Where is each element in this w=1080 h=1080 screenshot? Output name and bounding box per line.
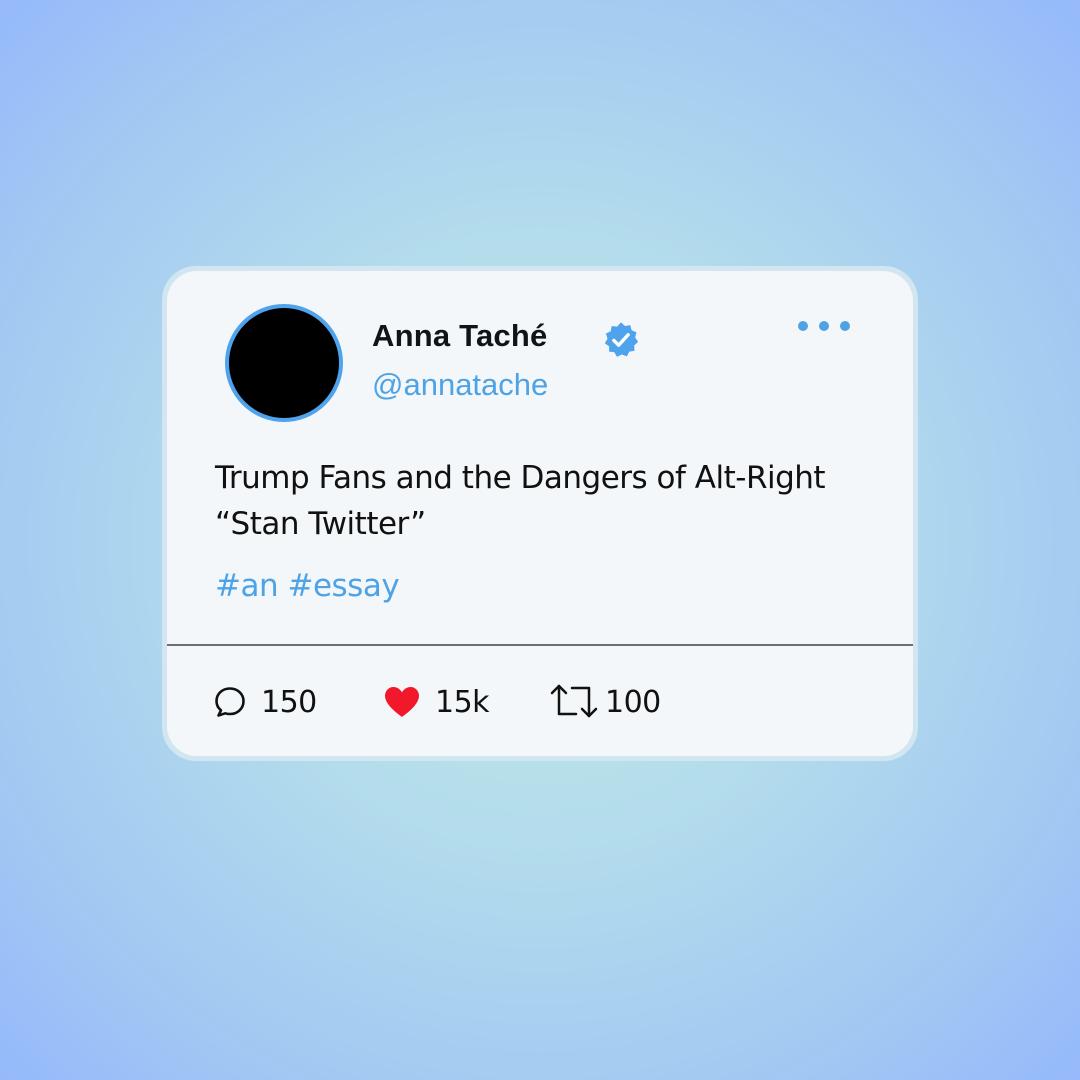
heart-icon — [385, 687, 419, 717]
like-count: 15k — [435, 684, 490, 720]
divider — [167, 644, 913, 646]
hashtag-link[interactable]: #essay — [287, 568, 399, 604]
author-name[interactable]: Anna Taché — [372, 318, 547, 354]
more-options-icon[interactable] — [795, 316, 855, 336]
retweet-count: 100 — [605, 684, 661, 720]
tweet-text: Trump Fans and the Dangers of Alt-Right … — [215, 460, 826, 542]
hashtag-link[interactable]: #an — [215, 568, 279, 604]
verified-badge-icon — [604, 322, 639, 357]
avatar[interactable] — [225, 304, 343, 422]
reply-bubble-icon — [215, 687, 245, 717]
reply-count: 150 — [261, 684, 317, 720]
retweet-button[interactable]: 100 — [549, 680, 661, 724]
like-button[interactable]: 15k — [383, 680, 490, 724]
reply-button[interactable]: 150 — [213, 680, 317, 724]
retweet-icon — [550, 684, 598, 718]
hashtags: #an #essay — [215, 568, 400, 604]
author-handle[interactable]: @annatache — [372, 367, 548, 403]
